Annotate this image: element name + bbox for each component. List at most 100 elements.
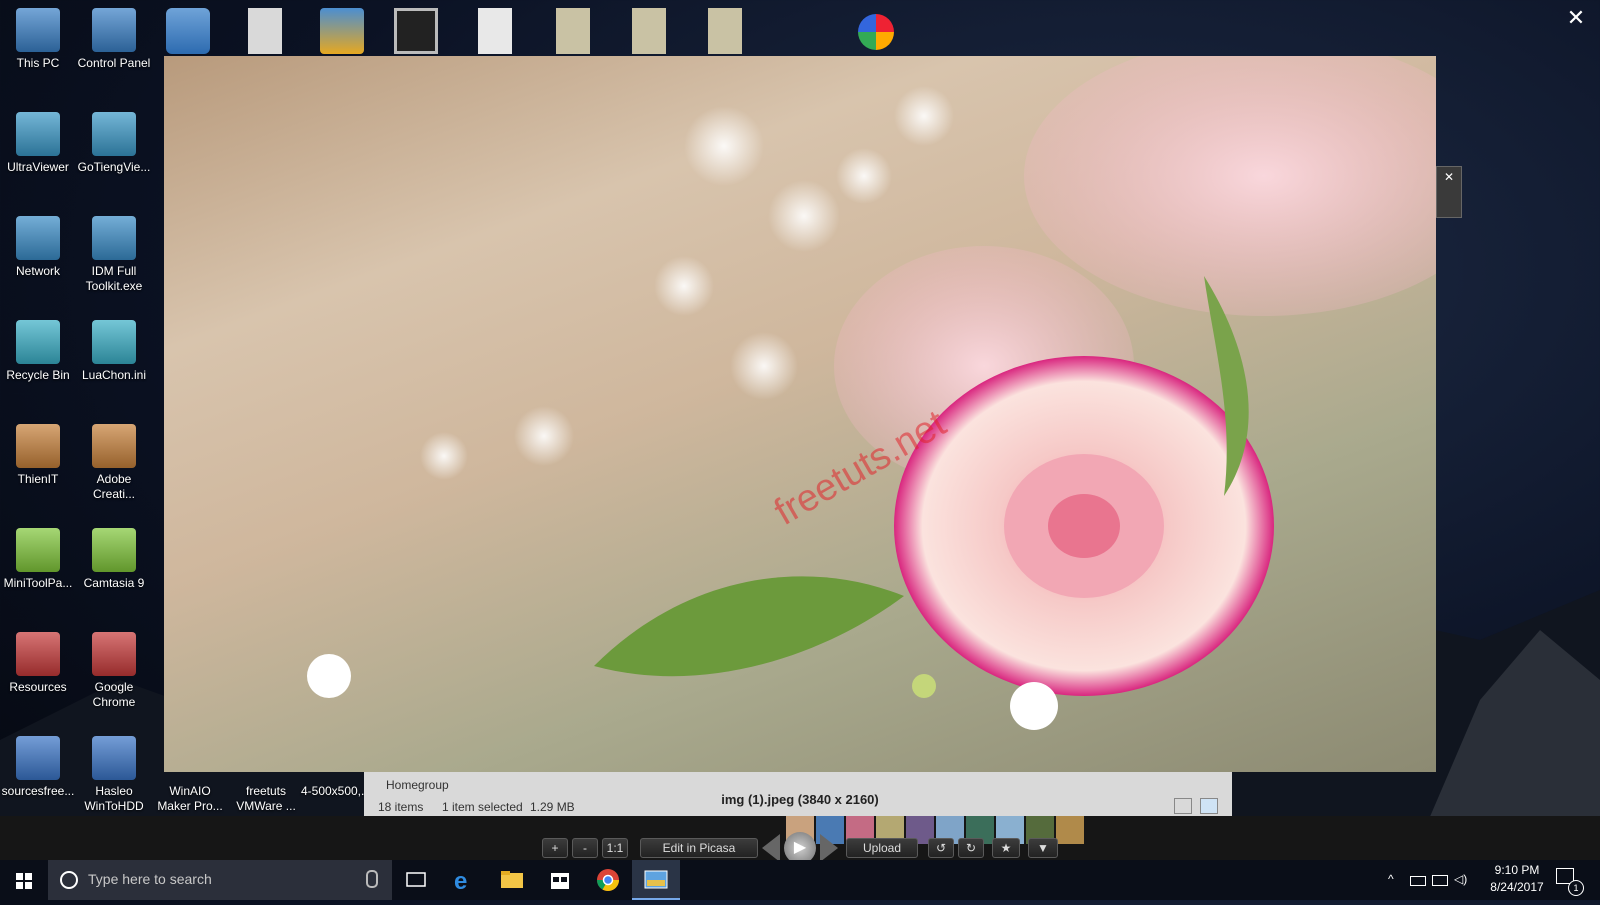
side-panel-close-button[interactable]: ✕ — [1437, 167, 1461, 187]
rotate-right-button[interactable]: ↻ — [958, 838, 984, 858]
rotate-left-button[interactable]: ↺ — [928, 838, 954, 858]
cortana-ring-icon — [60, 871, 78, 889]
user-folder-icon — [16, 424, 60, 468]
recycle-bin-icon — [16, 320, 60, 364]
star-button[interactable]: ★ — [992, 838, 1020, 858]
document-icon[interactable] — [708, 8, 742, 54]
idm-top-icon[interactable] — [166, 8, 210, 54]
file-icon[interactable] — [248, 8, 282, 54]
this-pc-icon — [16, 8, 60, 52]
hasleo-icon — [92, 736, 136, 780]
desktop-icon-label: This PC — [16, 56, 60, 70]
folder-icon — [16, 632, 60, 676]
desktop-icon-label: Recycle Bin — [6, 368, 70, 382]
actual-size-button[interactable]: 1:1 — [602, 838, 628, 858]
desktop-icon-label: Network — [15, 264, 60, 278]
ultraviewer-icon — [16, 112, 60, 156]
task-view-icon — [406, 872, 426, 887]
pdf-icon[interactable] — [478, 8, 512, 54]
taskbar-search-box[interactable]: Type here to search — [48, 860, 392, 900]
taskbar-edge[interactable]: e — [440, 860, 488, 900]
taskbar-clock[interactable]: 9:10 PM 8/24/2017 — [1476, 862, 1558, 896]
desktop-icon-adobe-cc[interactable]: Adobe Creati... — [76, 424, 152, 502]
desktop-icon-camtasia[interactable]: Camtasia 9 — [76, 528, 152, 591]
folder-icon — [501, 871, 523, 888]
desktop-icon-folder[interactable]: Resources — [0, 632, 76, 695]
photo-preview[interactable]: freetuts.net — [164, 56, 1436, 772]
desktop-icon-label: Control Panel — [77, 56, 151, 70]
taskbar-file-explorer[interactable] — [488, 860, 536, 900]
side-panel: ✕ — [1436, 166, 1462, 218]
desktop-icon-label: Camtasia 9 — [83, 576, 145, 590]
next-arrow-icon[interactable] — [820, 834, 838, 862]
desktop-icon-archive[interactable]: sourcesfree... — [0, 736, 76, 799]
thumbnail[interactable] — [1056, 816, 1084, 844]
svg-text:e: e — [454, 868, 467, 895]
ini-file-icon — [92, 320, 136, 364]
desktop-icon-label: GoTiengVie... — [77, 160, 151, 174]
camtasia-icon — [92, 528, 136, 572]
document-icon[interactable] — [632, 8, 666, 54]
task-view-button[interactable] — [392, 860, 440, 900]
desktop-icon-user-folder[interactable]: ThienIT — [0, 424, 76, 487]
image-caption: img (1).jpeg (3840 x 2160) — [721, 792, 879, 807]
battery-icon[interactable] — [1410, 876, 1426, 886]
more-options-button[interactable]: ▼ — [1028, 838, 1058, 858]
network-icon — [16, 216, 60, 260]
store-icon — [551, 873, 569, 889]
volume-icon[interactable]: ◁) — [1454, 872, 1468, 886]
upload-button[interactable]: Upload — [846, 838, 918, 858]
show-hidden-icons-chevron-icon[interactable]: ^ — [1388, 872, 1402, 886]
desktop-icon-network[interactable]: Network — [0, 216, 76, 279]
desktop-icon-label: ThienIT — [17, 472, 59, 486]
desktop-icon-label: Adobe Creati... — [92, 472, 135, 501]
desktop-icon-label: IDM Full Toolkit.exe — [85, 264, 143, 293]
zoom-in-button[interactable]: + — [542, 838, 568, 858]
microphone-icon[interactable] — [366, 870, 378, 888]
minitool-icon — [16, 528, 60, 572]
clock-date: 8/24/2017 — [1490, 880, 1544, 894]
taskbar-picasa-viewer[interactable] — [632, 860, 680, 900]
edit-in-picasa-button[interactable]: Edit in Picasa — [640, 838, 758, 858]
chrome-icon — [92, 632, 136, 676]
windows-logo-icon — [16, 873, 32, 889]
previous-arrow-icon[interactable] — [762, 834, 780, 862]
start-button[interactable] — [0, 860, 48, 900]
network-icon[interactable] — [1432, 875, 1448, 886]
desktop-icon-label: LuaChon.ini — [81, 368, 147, 382]
homegroup-label[interactable]: Homegroup — [386, 778, 449, 792]
document-check-icon[interactable] — [556, 8, 590, 54]
adobe-cc-icon — [92, 424, 136, 468]
desktop-icon-ini-file[interactable]: LuaChon.ini — [76, 320, 152, 383]
taskbar-store[interactable] — [536, 860, 584, 900]
viewer-close-button[interactable]: ✕ — [1562, 4, 1590, 32]
vmware-icon[interactable] — [320, 8, 364, 54]
gotv-icon — [92, 112, 136, 156]
zoom-out-button[interactable]: - — [572, 838, 598, 858]
idm-icon — [92, 216, 136, 260]
desktop-icon-control-panel[interactable]: Control Panel — [76, 8, 152, 71]
desktop-icon-this-pc[interactable]: This PC — [0, 8, 76, 71]
picasa-icon[interactable] — [858, 14, 894, 50]
monitor-icon[interactable] — [394, 8, 438, 54]
desktop-icon-gotv[interactable]: GoTiengVie... — [76, 112, 152, 175]
desktop-icon-label: MiniToolPa... — [3, 576, 73, 590]
search-placeholder: Type here to search — [88, 871, 212, 887]
desktop-icon-chrome[interactable]: Google Chrome — [76, 632, 152, 710]
desktop-icon-label: UltraViewer — [7, 160, 69, 174]
clock-time: 9:10 PM — [1494, 863, 1540, 877]
desktop-icon-label: Google Chrome — [92, 680, 136, 709]
chrome-icon — [597, 869, 619, 891]
notification-count-badge: 1 — [1568, 880, 1584, 896]
desktop-icon-idm[interactable]: IDM Full Toolkit.exe — [76, 216, 152, 294]
desktop-icon-recycle-bin[interactable]: Recycle Bin — [0, 320, 76, 383]
desktop-icon-minitool[interactable]: MiniToolPa... — [0, 528, 76, 591]
archive-icon — [16, 736, 60, 780]
desktop-icon-label: Resources — [9, 680, 67, 694]
rose-photo: freetuts.net — [307, 56, 1436, 730]
control-panel-icon — [92, 8, 136, 52]
desktop-icon-ultraviewer[interactable]: UltraViewer — [0, 112, 76, 175]
edge-icon: e — [454, 868, 467, 895]
taskbar-chrome[interactable] — [584, 860, 632, 900]
photo-viewer-icon — [644, 870, 668, 889]
